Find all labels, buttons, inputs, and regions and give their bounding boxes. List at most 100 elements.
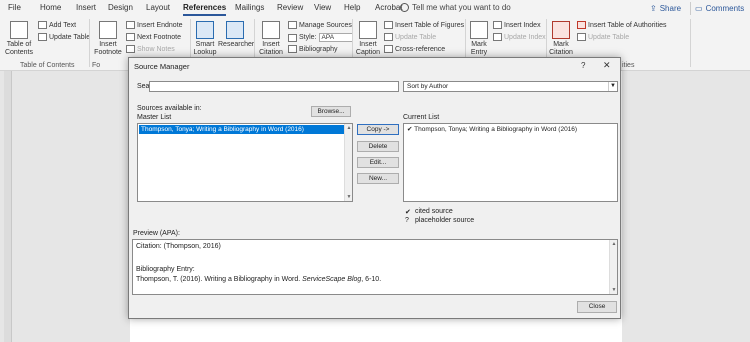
manage-sources-label: Manage Sources [299, 21, 352, 29]
tab-help[interactable]: Help [344, 3, 360, 12]
update-captions-table-button[interactable]: Update Table [384, 33, 436, 41]
update-authorities-table-button[interactable]: Update Table [577, 33, 629, 41]
caption-icon [359, 21, 377, 39]
bib-entry-italic: ServiceScape Blog [302, 276, 362, 283]
next-footnote-button[interactable]: Next Footnote [126, 33, 181, 41]
close-icon[interactable]: ✕ [603, 60, 611, 71]
insert-footnote-label: Insert Footnote [94, 41, 122, 56]
update-index-icon [493, 33, 502, 41]
show-notes-label: Show Notes [137, 45, 175, 53]
bibliography-button[interactable]: Bibliography [288, 45, 338, 53]
style-select[interactable]: APA [318, 33, 353, 42]
insert-endnote-label: Insert Endnote [137, 21, 183, 29]
copy-button[interactable]: Copy -> [357, 124, 399, 135]
insert-index-icon [493, 21, 502, 29]
table-of-figures-icon [384, 21, 393, 29]
show-notes-button[interactable]: Show Notes [126, 45, 175, 53]
table-of-contents-icon [10, 21, 28, 39]
list-item[interactable]: Thompson, Tonya; Writing a Bibliography … [139, 125, 345, 134]
mark-entry-button[interactable]: Mark Entry [467, 21, 491, 57]
insert-index-label: Insert Index [504, 21, 541, 29]
scroll-down-icon[interactable]: ▼ [610, 286, 618, 294]
table-of-authorities-icon [577, 21, 586, 29]
comment-icon: ▭ [695, 4, 703, 13]
tell-me-search[interactable]: Tell me what you want to do [412, 3, 511, 12]
scroll-down-icon[interactable]: ▼ [345, 193, 353, 201]
show-notes-icon [126, 45, 135, 53]
citation-icon [262, 21, 280, 39]
insert-citation-button[interactable]: Insert Citation [256, 21, 286, 57]
cross-reference-button[interactable]: Cross-reference [384, 45, 445, 53]
mark-entry-label: Mark Entry [470, 41, 488, 56]
tab-design[interactable]: Design [108, 3, 133, 12]
add-text-icon [38, 21, 47, 29]
chevron-down-icon: ▼ [608, 82, 617, 91]
browse-button[interactable]: Browse... [311, 106, 351, 117]
smart-lookup-icon [196, 21, 214, 39]
bib-entry-text: Thompson, T. (2016). Writing a Bibliogra… [136, 276, 303, 283]
group-label-toc: Table of Contents [20, 62, 75, 69]
update-index-label: Update Index [504, 33, 546, 41]
update-authorities-icon [577, 33, 586, 41]
researcher-button[interactable]: Researcher [218, 21, 254, 49]
scroll-up-icon[interactable]: ▲ [345, 124, 353, 132]
add-text-button[interactable]: Add Text [38, 21, 76, 29]
close-button[interactable]: Close [577, 301, 617, 313]
tab-home[interactable]: Home [40, 3, 61, 12]
current-list[interactable]: ✔ Thompson, Tonya; Writing a Bibliograph… [403, 123, 618, 202]
comments-label: Comments [705, 4, 745, 13]
table-of-contents-label: Table of Contents [4, 41, 34, 56]
scroll-up-icon[interactable]: ▲ [610, 240, 618, 248]
edit-button[interactable]: Edit... [357, 157, 399, 168]
update-authorities-label: Update Table [588, 33, 630, 41]
tab-mailings[interactable]: Mailings [235, 3, 264, 12]
tab-view[interactable]: View [314, 3, 331, 12]
placeholder-mark-icon: ? [405, 217, 409, 224]
ribbon-separator [690, 19, 691, 67]
share-button[interactable]: ⇪ Share [650, 2, 681, 15]
sort-dropdown[interactable]: Sort by Author ▼ [403, 81, 618, 92]
tab-review[interactable]: Review [277, 3, 303, 12]
delete-button[interactable]: Delete [357, 141, 399, 152]
master-list-scrollbar[interactable]: ▲ ▼ [344, 124, 352, 201]
help-button[interactable]: ? [581, 61, 585, 70]
tab-layout[interactable]: Layout [146, 3, 170, 12]
table-of-contents-button[interactable]: Table of Contents [4, 21, 34, 57]
update-index-button[interactable]: Update Index [493, 33, 546, 41]
update-table-button[interactable]: Update Table [38, 33, 90, 41]
insert-footnote-button[interactable]: Insert Footnote [94, 21, 122, 57]
insert-caption-button[interactable]: Insert Caption [354, 21, 382, 57]
preview-scrollbar[interactable]: ▲ ▼ [609, 240, 617, 294]
share-icon: ⇪ [650, 4, 657, 13]
insert-endnote-button[interactable]: Insert Endnote [126, 21, 183, 29]
group-label-authorities: ities [622, 62, 635, 69]
update-captions-icon [384, 33, 393, 41]
tab-insert[interactable]: Insert [76, 3, 96, 12]
sort-value: Sort by Author [407, 83, 449, 90]
insert-table-of-authorities-button[interactable]: Insert Table of Authorities [577, 21, 666, 29]
preview-bibliography-entry: Thompson, T. (2016). Writing a Bibliogra… [136, 276, 381, 283]
insert-caption-label: Insert Caption [355, 41, 381, 56]
manage-sources-button[interactable]: Manage Sources [288, 21, 352, 29]
group-label-footnotes: Fo [92, 62, 101, 69]
insert-index-button[interactable]: Insert Index [493, 21, 541, 29]
preview-label: Preview (APA): [133, 230, 180, 237]
lightbulb-icon [400, 3, 409, 12]
insert-table-of-authorities-label: Insert Table of Authorities [588, 21, 667, 29]
bibliography-label: Bibliography [299, 45, 338, 53]
tab-file[interactable]: File [8, 3, 21, 12]
new-button[interactable]: New... [357, 173, 399, 184]
list-item[interactable]: ✔ Thompson, Tonya; Writing a Bibliograph… [405, 125, 577, 134]
citation-style-control[interactable]: Style: APA [288, 33, 353, 42]
insert-table-of-figures-button[interactable]: Insert Table of Figures [384, 21, 464, 29]
mark-citation-button[interactable]: Mark Citation [548, 21, 574, 57]
master-list[interactable]: Thompson, Tonya; Writing a Bibliography … [137, 123, 353, 202]
tab-references[interactable]: References [183, 3, 227, 16]
current-list-label: Current List [403, 114, 440, 121]
tab-acrobat[interactable]: Acrobat [375, 3, 403, 12]
bibliography-icon [288, 45, 297, 53]
smart-lookup-button[interactable]: Smart Lookup [193, 21, 217, 57]
mark-citation-label: Mark Citation [549, 41, 573, 56]
search-input[interactable] [149, 81, 399, 92]
comments-button[interactable]: ▭ Comments [690, 2, 744, 15]
